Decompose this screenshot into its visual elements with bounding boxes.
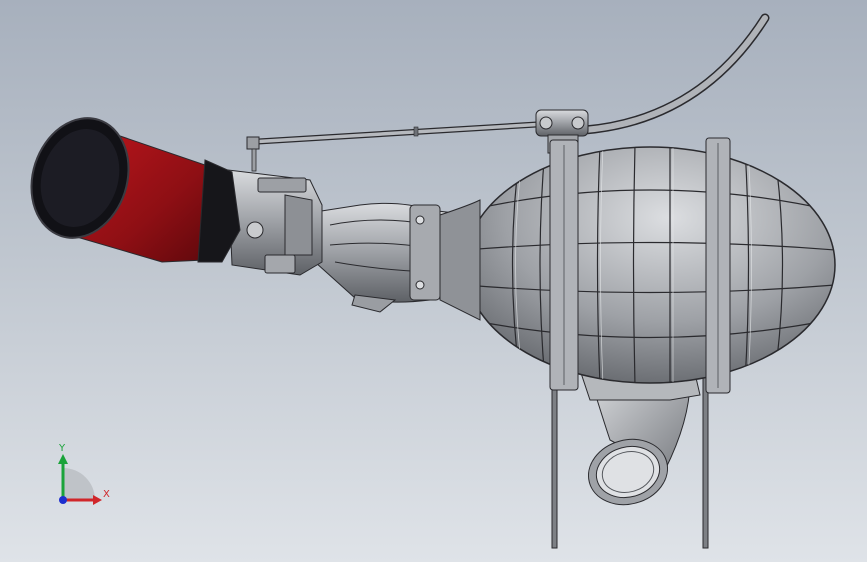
y-axis-label: Y [58, 443, 66, 454]
fuel-line-rod[interactable] [246, 13, 770, 172]
y-axis-arrow-icon [58, 454, 68, 464]
cad-model[interactable] [0, 0, 867, 562]
intake-manifold[interactable] [314, 199, 481, 321]
x-axis-label: X [103, 489, 110, 500]
fuel-tank-vessel[interactable] [464, 145, 836, 385]
triad-sector-icon [63, 468, 95, 500]
carburetor-body[interactable] [227, 169, 323, 276]
x-axis-arrow-icon [93, 495, 102, 505]
z-axis-dot-icon [59, 496, 67, 504]
3d-viewport[interactable]: X Y [0, 0, 867, 562]
coordinate-triad: X Y [58, 443, 110, 505]
air-filter[interactable] [16, 105, 241, 263]
